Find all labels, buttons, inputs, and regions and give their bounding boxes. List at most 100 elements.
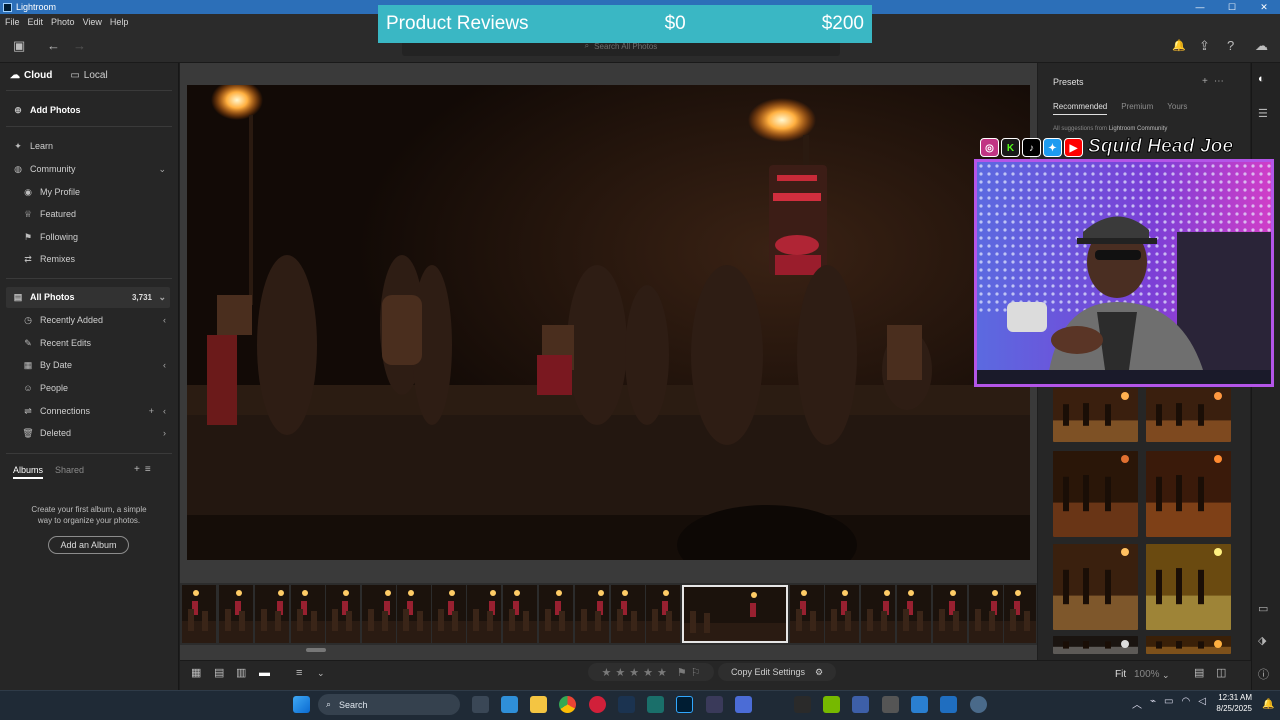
filmstrip-thumbnail[interactable] <box>539 585 573 643</box>
detail-view-icon[interactable]: ▬ <box>259 665 270 681</box>
chevron-left-icon[interactable]: ‹ <box>163 315 166 325</box>
add-preset-icon[interactable]: + <box>1202 76 1208 87</box>
filmstrip-toggle-icon[interactable]: ▤ <box>1194 665 1204 681</box>
sort-icon[interactable]: ≡ <box>145 464 151 475</box>
star-icon[interactable]: ★ <box>643 666 653 679</box>
menu-help[interactable]: Help <box>110 17 129 27</box>
star-icon[interactable]: ★ <box>657 666 667 679</box>
filmstrip-thumbnail[interactable] <box>326 585 360 643</box>
tray-monitor-icon[interactable]: ▭ <box>1164 696 1173 711</box>
sort-lines-icon[interactable]: ≡ <box>296 665 302 681</box>
sidebar-item-people[interactable]: ☺ People <box>22 379 172 397</box>
maximize-button[interactable]: ☐ <box>1216 0 1248 14</box>
sidebar-item-recently-added[interactable]: ◷ Recently Added ‹ <box>22 311 172 329</box>
help-icon[interactable]: ? <box>1227 38 1234 54</box>
filmstrip-thumbnail[interactable] <box>825 585 859 643</box>
panel-toggle-icon[interactable]: ▣ <box>13 38 25 54</box>
cloud-status-icon[interactable]: ☁ <box>1255 38 1268 54</box>
notification-bell-icon[interactable]: 🔔 <box>1172 38 1186 54</box>
app-icon[interactable] <box>794 696 811 713</box>
filmstrip-thumbnail[interactable] <box>861 585 895 643</box>
chevron-left-icon[interactable]: ‹ <box>163 406 166 416</box>
tab-recommended[interactable]: Recommended <box>1053 102 1108 115</box>
tray-volume-icon[interactable]: ◁ <box>1198 696 1206 711</box>
menu-view[interactable]: View <box>83 17 102 27</box>
filmstrip-thumbnail-selected[interactable] <box>682 585 788 643</box>
filmstrip-thumbnail[interactable] <box>432 585 466 643</box>
preset-thumbnail[interactable] <box>1146 451 1231 537</box>
chevron-down-icon[interactable]: ⌄ <box>158 164 166 175</box>
menu-file[interactable]: File <box>5 17 20 27</box>
comment-icon[interactable]: ▭ <box>1258 602 1268 615</box>
zoom-level[interactable]: 100% <box>1134 667 1160 683</box>
app-icon[interactable] <box>852 696 869 713</box>
tab-shared[interactable]: Shared <box>55 465 84 479</box>
flag-reject-icon[interactable]: ⚐ <box>691 666 701 679</box>
chevron-down-icon[interactable]: ⌄ <box>317 665 325 681</box>
star-icon[interactable]: ★ <box>615 666 625 679</box>
forward-arrow-icon[interactable]: → <box>73 38 86 54</box>
taskbar-clock[interactable]: 12:31 AM 8/25/2025 <box>1206 692 1252 714</box>
tray-chevron-up-icon[interactable]: ︿ <box>1132 696 1142 711</box>
chevron-left-icon[interactable]: ‹ <box>163 360 166 370</box>
close-button[interactable]: ✕ <box>1248 0 1280 14</box>
sidebar-item-my-profile[interactable]: ◉ My Profile <box>22 183 172 201</box>
app-icon[interactable] <box>940 696 957 713</box>
sidebar-item-deleted[interactable]: 🗑 Deleted › <box>22 424 172 442</box>
taskbar-search[interactable]: ⌕ Search <box>318 694 460 715</box>
star-icon[interactable]: ★ <box>629 666 639 679</box>
filmstrip-thumbnail[interactable] <box>646 585 680 643</box>
copy-edit-settings-button[interactable]: Copy Edit Settings ⚙ <box>718 663 836 681</box>
tray-network-icon[interactable]: ⌁ <box>1150 696 1156 711</box>
filmstrip-thumbnail[interactable] <box>362 585 396 643</box>
app-icon[interactable] <box>882 696 899 713</box>
preset-thumbnail[interactable] <box>1053 544 1138 630</box>
presets-tool-icon[interactable]: ◐ <box>1258 73 1265 85</box>
chrome-icon[interactable] <box>559 696 576 713</box>
widgets-icon[interactable] <box>501 696 518 713</box>
tray-wifi-icon[interactable]: ◠ <box>1181 696 1190 711</box>
filmstrip-thumbnail[interactable] <box>503 585 537 643</box>
sidebar-item-following[interactable]: ⚑ Following <box>22 228 172 246</box>
share-icon[interactable]: ⇪ <box>1199 38 1210 54</box>
preset-thumbnail[interactable] <box>1146 636 1231 654</box>
windows-start-icon[interactable] <box>293 696 310 713</box>
square-grid-icon[interactable]: ▤ <box>214 665 224 681</box>
chevron-down-icon[interactable]: ⌄ <box>158 292 166 303</box>
star-icon[interactable]: ★ <box>601 666 611 679</box>
task-view-icon[interactable] <box>472 696 489 713</box>
file-explorer-icon[interactable] <box>530 696 547 713</box>
filmstrip-thumbnail[interactable] <box>255 585 289 643</box>
menu-edit[interactable]: Edit <box>28 17 44 27</box>
filmstrip-scrollbar[interactable] <box>306 648 326 652</box>
more-options-icon[interactable]: ⋯ <box>1214 76 1224 87</box>
filmstrip-thumbnail[interactable] <box>969 585 1003 643</box>
filmstrip-thumbnail[interactable] <box>397 585 431 643</box>
notifications-icon[interactable]: 🔔 <box>1262 697 1274 713</box>
filmstrip-thumbnail[interactable] <box>611 585 645 643</box>
filmstrip-thumbnail[interactable] <box>897 585 931 643</box>
nvidia-icon[interactable] <box>823 696 840 713</box>
sidebar-item-featured[interactable]: ♕ Featured <box>22 205 172 223</box>
app-icon[interactable] <box>911 696 928 713</box>
preset-thumbnail[interactable] <box>1053 636 1138 654</box>
sidebar-item-remixes[interactable]: ⇄ Remixes <box>22 250 172 268</box>
chevron-right-icon[interactable]: › <box>163 428 166 438</box>
steam-icon[interactable] <box>618 696 635 713</box>
gear-icon[interactable]: ⚙ <box>815 667 823 678</box>
filmstrip-thumbnail[interactable] <box>467 585 501 643</box>
sidebar-item-connections[interactable]: ⇌ Connections + ‹ <box>22 402 172 420</box>
flag-pick-icon[interactable]: ⚑ <box>677 666 687 679</box>
tab-cloud[interactable]: ☁ Cloud <box>10 70 52 81</box>
add-album-icon[interactable]: + <box>134 464 140 475</box>
settings-gear-icon[interactable] <box>970 696 987 713</box>
add-connection-icon[interactable]: + <box>149 406 154 416</box>
chevron-down-icon[interactable]: ⌄ <box>1162 667 1170 683</box>
zoom-fit-label[interactable]: Fit <box>1115 667 1126 683</box>
main-photo[interactable] <box>187 85 1030 560</box>
edit-sliders-icon[interactable]: ☰ <box>1258 107 1268 120</box>
app-icon[interactable] <box>706 696 723 713</box>
sidebar-item-learn[interactable]: ✦ Learn <box>12 137 172 155</box>
filmstrip-thumbnail[interactable] <box>790 585 824 643</box>
tab-albums[interactable]: Albums <box>13 465 44 479</box>
